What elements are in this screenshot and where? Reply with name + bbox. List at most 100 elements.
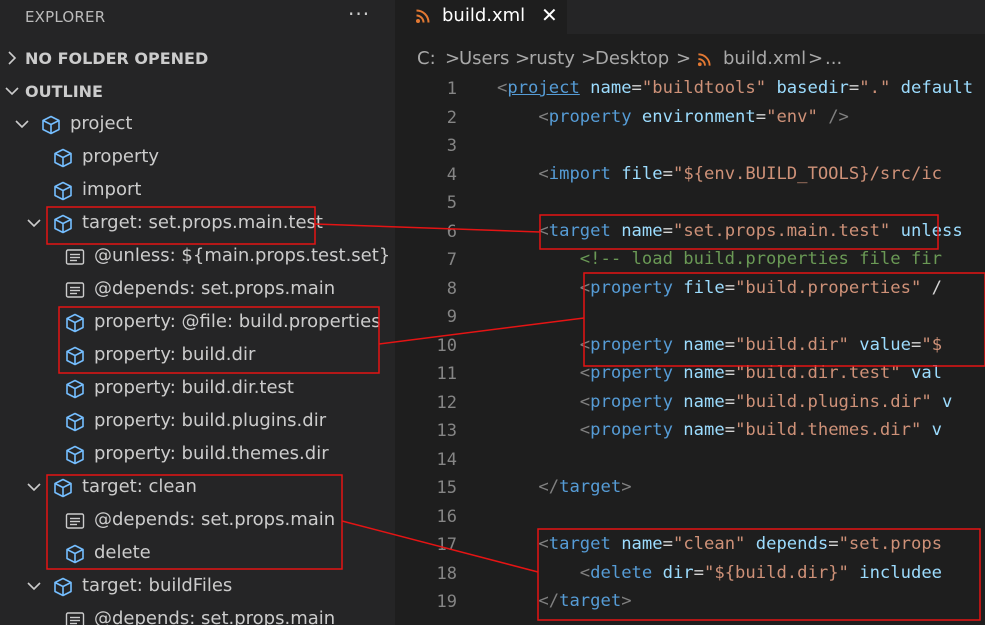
- code-token: =: [631, 78, 642, 98]
- code-line[interactable]: <!-- load build.properties file fir: [497, 249, 942, 269]
- code-token: =: [724, 391, 736, 412]
- code-token: </: [538, 591, 560, 611]
- outline-item-label: @unless: ${main.props.test.set}: [94, 245, 391, 266]
- line-number: 14: [436, 449, 457, 470]
- code-line[interactable]: <target name="clean" depends="set.props: [497, 534, 942, 554]
- code-token: =: [724, 277, 736, 298]
- attribute-icon: [64, 246, 86, 268]
- code-token: name: [672, 363, 725, 383]
- chevron-down-icon[interactable]: [14, 114, 30, 134]
- cube-icon: [64, 312, 86, 334]
- code-token: project: [507, 78, 580, 98]
- code-token: "build.properties": [735, 277, 922, 298]
- code-token: dir: [652, 562, 694, 583]
- more-actions-icon[interactable]: ···: [348, 2, 370, 26]
- code-token: includee: [848, 562, 943, 583]
- cube-icon: [40, 114, 62, 136]
- chevron-down-icon[interactable]: [26, 213, 42, 233]
- outline-item[interactable]: target: set.props.main.test: [0, 207, 395, 240]
- code-token: <: [579, 420, 591, 440]
- outline-item-label: property: build.dir: [94, 344, 256, 365]
- chevron-down-icon[interactable]: [26, 576, 42, 596]
- code-line[interactable]: <target name="set.props.main.test" unles…: [497, 220, 962, 241]
- code-line[interactable]: <property environment="env" />: [497, 107, 849, 127]
- code-token: <: [497, 78, 508, 98]
- outline-item[interactable]: project: [0, 108, 395, 141]
- outline-item[interactable]: property: build.plugins.dir: [0, 405, 395, 438]
- code-token: <: [538, 163, 549, 184]
- code-line[interactable]: <import file="${env.BUILD_TOOLS}/src/ic: [497, 164, 942, 184]
- line-number: 4: [446, 164, 457, 185]
- outline-item[interactable]: target: buildFiles: [0, 570, 395, 603]
- code-token: target: [559, 477, 622, 497]
- outline-item-label: property: build.plugins.dir: [94, 410, 327, 431]
- code-line[interactable]: <property name="build.themes.dir" v: [497, 420, 942, 440]
- code-token: /: [921, 277, 943, 298]
- outline-item-label: target: buildFiles: [82, 575, 233, 596]
- code-line[interactable]: </target>: [497, 591, 631, 611]
- outline-item[interactable]: import: [0, 174, 395, 207]
- code-token: default: [890, 78, 974, 98]
- cube-icon: [52, 213, 74, 235]
- code-line[interactable]: <property file="build.properties" /: [497, 278, 942, 298]
- line-number: 5: [446, 193, 457, 213]
- code-token: v: [931, 391, 953, 412]
- outline-item-label: import: [82, 179, 142, 200]
- attribute-icon: [64, 609, 86, 625]
- line-number: 17: [436, 535, 457, 555]
- outline-item[interactable]: property: build.dir: [0, 339, 395, 372]
- line-number: 8: [446, 278, 457, 299]
- code-token: value: [848, 334, 911, 355]
- code-token: />: [817, 106, 849, 127]
- code-editor[interactable]: 1 <project name="buildtools" basedir="." …: [395, 0, 985, 625]
- code-token: basedir: [766, 78, 849, 98]
- outline-item[interactable]: property: @file: build.properties: [0, 306, 395, 339]
- outline-item[interactable]: target: clean: [0, 471, 395, 504]
- line-number: 11: [436, 364, 457, 384]
- line-number: 16: [436, 506, 457, 527]
- code-token: target: [548, 220, 611, 241]
- outline-item-label: delete: [94, 542, 151, 563]
- outline-item[interactable]: @depends: set.props.main: [0, 273, 395, 306]
- outline-item[interactable]: delete: [0, 537, 395, 570]
- outline-item[interactable]: @depends: set.props.main: [0, 603, 395, 625]
- cube-icon: [64, 411, 86, 433]
- code-line[interactable]: <project name="buildtools" basedir="." d…: [497, 78, 973, 98]
- code-line[interactable]: <property name="build.dir.test" val: [497, 363, 942, 383]
- section-outline[interactable]: OUTLINE: [0, 75, 395, 108]
- code-token: "${build.dir}": [704, 562, 849, 583]
- outline-item[interactable]: property: [0, 141, 395, 174]
- outline-item-label: property: [82, 146, 160, 167]
- code-token: "buildtools": [641, 78, 767, 98]
- code-token: <: [538, 534, 549, 554]
- code-token: name: [610, 220, 663, 241]
- code-token: =: [724, 363, 736, 383]
- code-token: "${env.BUILD_TOOLS}/src/ic: [672, 163, 943, 184]
- section-no-folder-opened[interactable]: NO FOLDER OPENED: [0, 42, 395, 75]
- code-token: "$: [921, 334, 943, 355]
- code-line[interactable]: <property name="build.plugins.dir" v: [497, 391, 953, 412]
- code-token: property: [590, 277, 673, 298]
- line-number: 3: [446, 136, 457, 156]
- outline-item-label: property: @file: build.properties: [94, 311, 381, 332]
- outline-item[interactable]: @depends: set.props.main: [0, 504, 395, 537]
- cube-icon: [52, 147, 74, 169]
- code-token: <!-- load build.properties file fir: [579, 249, 942, 269]
- outline-item[interactable]: @unless: ${main.props.test.set}: [0, 240, 395, 273]
- outline-item-label: @depends: set.props.main: [94, 278, 336, 299]
- line-number: 18: [436, 563, 457, 584]
- code-line[interactable]: <property name="build.dir" value="$: [497, 335, 942, 355]
- outline-item-label: target: set.props.main.test: [82, 212, 323, 233]
- code-token: property: [590, 334, 673, 355]
- code-line[interactable]: <delete dir="${build.dir}" includee: [497, 563, 942, 583]
- code-token: "env": [766, 106, 818, 127]
- line-number: 9: [446, 307, 457, 327]
- outline-item[interactable]: property: build.dir.test: [0, 372, 395, 405]
- chevron-down-icon[interactable]: [26, 477, 42, 497]
- explorer-header: EXPLORER ···: [0, 0, 395, 34]
- code-line[interactable]: </target>: [497, 477, 631, 497]
- outline-item[interactable]: property: build.themes.dir: [0, 438, 395, 471]
